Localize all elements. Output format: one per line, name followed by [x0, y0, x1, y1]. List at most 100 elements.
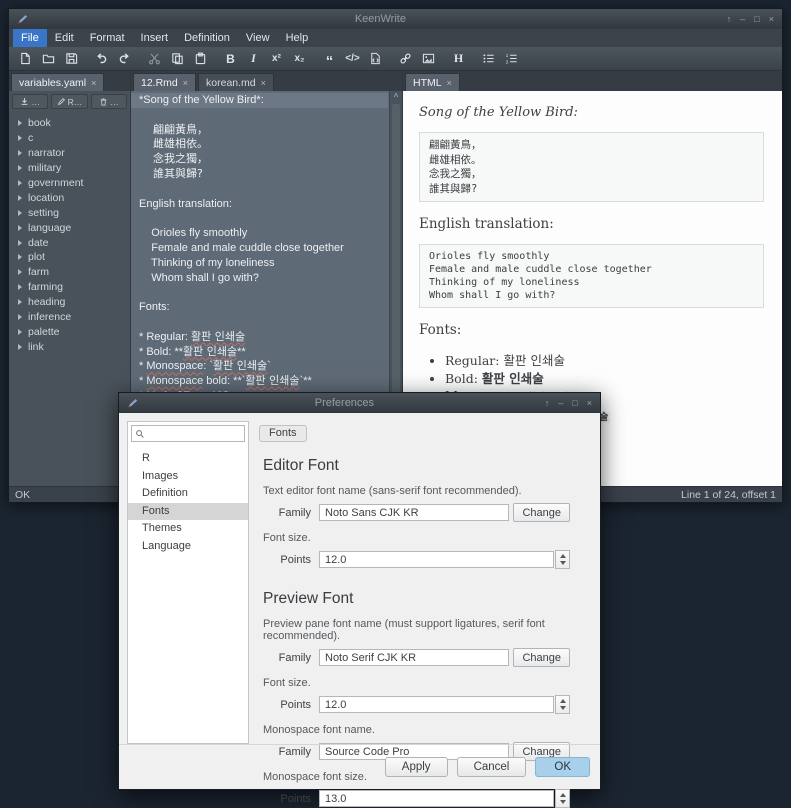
scroll-up-icon[interactable]: ^	[390, 91, 402, 102]
cancel-button[interactable]: Cancel	[457, 757, 527, 777]
minimize-icon[interactable]: –	[740, 14, 745, 24]
bold-icon[interactable]: B	[220, 49, 241, 69]
expand-icon[interactable]	[18, 150, 22, 156]
blockquote-icon[interactable]: “	[319, 49, 340, 69]
tree-item-language[interactable]: language	[9, 220, 130, 235]
ok-button[interactable]: OK	[535, 757, 590, 777]
tree-item-narrator[interactable]: narrator	[9, 146, 130, 161]
preview-font-family-field[interactable]	[319, 649, 509, 666]
image-icon[interactable]	[418, 49, 439, 69]
points-stepper[interactable]	[555, 550, 570, 569]
open-icon[interactable]	[38, 49, 59, 69]
menu-help[interactable]: Help	[278, 29, 317, 47]
tree-item-book[interactable]: book	[9, 116, 130, 131]
editor-font-change-button[interactable]: Change	[513, 503, 570, 522]
shade-icon[interactable]: ↑	[727, 14, 732, 24]
close-icon[interactable]: ×	[447, 78, 452, 88]
subscript-icon[interactable]: x₂	[289, 49, 310, 69]
close-icon[interactable]: ×	[261, 78, 266, 88]
editor-font-family-field[interactable]	[319, 504, 509, 521]
editor-font-points-field[interactable]	[319, 551, 554, 568]
expand-icon[interactable]	[18, 135, 22, 141]
spin-up-icon[interactable]	[560, 554, 566, 558]
cut-icon[interactable]	[144, 49, 165, 69]
tab-korean-md[interactable]: korean.md ×	[198, 73, 274, 91]
spin-down-icon[interactable]	[560, 561, 566, 565]
download-definitions-button[interactable]: …	[12, 94, 48, 109]
tree-item-link[interactable]: link	[9, 339, 130, 354]
menu-view[interactable]: View	[238, 29, 278, 47]
redo-icon[interactable]	[114, 49, 135, 69]
settings-search[interactable]	[131, 425, 245, 442]
close-icon[interactable]: ×	[587, 398, 592, 408]
expand-icon[interactable]	[18, 254, 22, 260]
delete-definition-button[interactable]: …	[91, 94, 127, 109]
menu-definition[interactable]: Definition	[176, 29, 238, 47]
settings-nav-definition[interactable]: Definition	[128, 485, 248, 503]
settings-nav-themes[interactable]: Themes	[128, 520, 248, 538]
spin-up-icon[interactable]	[560, 793, 566, 797]
apply-button[interactable]: Apply	[385, 757, 448, 777]
tree-item-setting[interactable]: setting	[9, 205, 130, 220]
preview-font-change-button[interactable]: Change	[513, 648, 570, 667]
expand-icon[interactable]	[18, 314, 22, 320]
tree-item-military[interactable]: military	[9, 161, 130, 176]
maximize-icon[interactable]: □	[572, 398, 577, 408]
close-icon[interactable]: ×	[91, 78, 96, 88]
expand-icon[interactable]	[18, 165, 22, 171]
maximize-icon[interactable]: □	[754, 14, 759, 24]
points-stepper[interactable]	[555, 695, 570, 714]
menu-insert[interactable]: Insert	[133, 29, 177, 47]
settings-nav-r[interactable]: R	[128, 450, 248, 468]
undo-icon[interactable]	[91, 49, 112, 69]
menu-format[interactable]: Format	[82, 29, 133, 47]
expand-icon[interactable]	[18, 210, 22, 216]
tree-item-palette[interactable]: palette	[9, 324, 130, 339]
heading-icon[interactable]: H	[448, 49, 469, 69]
expand-icon[interactable]	[18, 195, 22, 201]
shade-icon[interactable]: ↑	[545, 398, 550, 408]
tree-item-farming[interactable]: farming	[9, 280, 130, 295]
expand-icon[interactable]	[18, 225, 22, 231]
tree-item-date[interactable]: date	[9, 235, 130, 250]
settings-nav-images[interactable]: Images	[128, 468, 248, 486]
tree-item-location[interactable]: location	[9, 190, 130, 205]
spin-down-icon[interactable]	[560, 706, 566, 710]
tree-item-government[interactable]: government	[9, 176, 130, 191]
preview-font-points-field[interactable]	[319, 696, 554, 713]
minimize-icon[interactable]: –	[558, 398, 563, 408]
tree-item-inference[interactable]: inference	[9, 310, 130, 325]
inline-code-icon[interactable]: </>	[342, 49, 363, 69]
link-icon[interactable]	[395, 49, 416, 69]
bullet-list-icon[interactable]	[478, 49, 499, 69]
tree-item-plot[interactable]: plot	[9, 250, 130, 265]
rename-definition-button[interactable]: R…	[51, 94, 87, 109]
close-icon[interactable]: ×	[183, 78, 188, 88]
settings-nav-language[interactable]: Language	[128, 538, 248, 556]
new-file-icon[interactable]	[15, 49, 36, 69]
expand-icon[interactable]	[18, 329, 22, 335]
mono-font-points-field[interactable]	[319, 790, 554, 807]
superscript-icon[interactable]: x²	[266, 49, 287, 69]
tree-item-farm[interactable]: farm	[9, 265, 130, 280]
tab-html-preview[interactable]: HTML ×	[405, 73, 460, 91]
tree-item-heading[interactable]: heading	[9, 295, 130, 310]
spin-down-icon[interactable]	[560, 800, 566, 804]
dialog-title-bar[interactable]: Preferences ↑ – □ ×	[119, 393, 600, 413]
numbered-list-icon[interactable]: 12	[501, 49, 522, 69]
save-icon[interactable]	[61, 49, 82, 69]
expand-icon[interactable]	[18, 180, 22, 186]
close-icon[interactable]: ×	[769, 14, 774, 24]
title-bar[interactable]: KeenWrite ↑ – □ ×	[9, 9, 782, 29]
tab-12-rmd[interactable]: 12.Rmd ×	[133, 73, 196, 91]
expand-icon[interactable]	[18, 120, 22, 126]
expand-icon[interactable]	[18, 299, 22, 305]
points-stepper[interactable]	[555, 789, 570, 808]
spin-up-icon[interactable]	[560, 699, 566, 703]
settings-nav-fonts[interactable]: Fonts	[128, 503, 248, 521]
expand-icon[interactable]	[18, 269, 22, 275]
code-block-icon[interactable]	[365, 49, 386, 69]
paste-icon[interactable]	[190, 49, 211, 69]
copy-icon[interactable]	[167, 49, 188, 69]
expand-icon[interactable]	[18, 240, 22, 246]
